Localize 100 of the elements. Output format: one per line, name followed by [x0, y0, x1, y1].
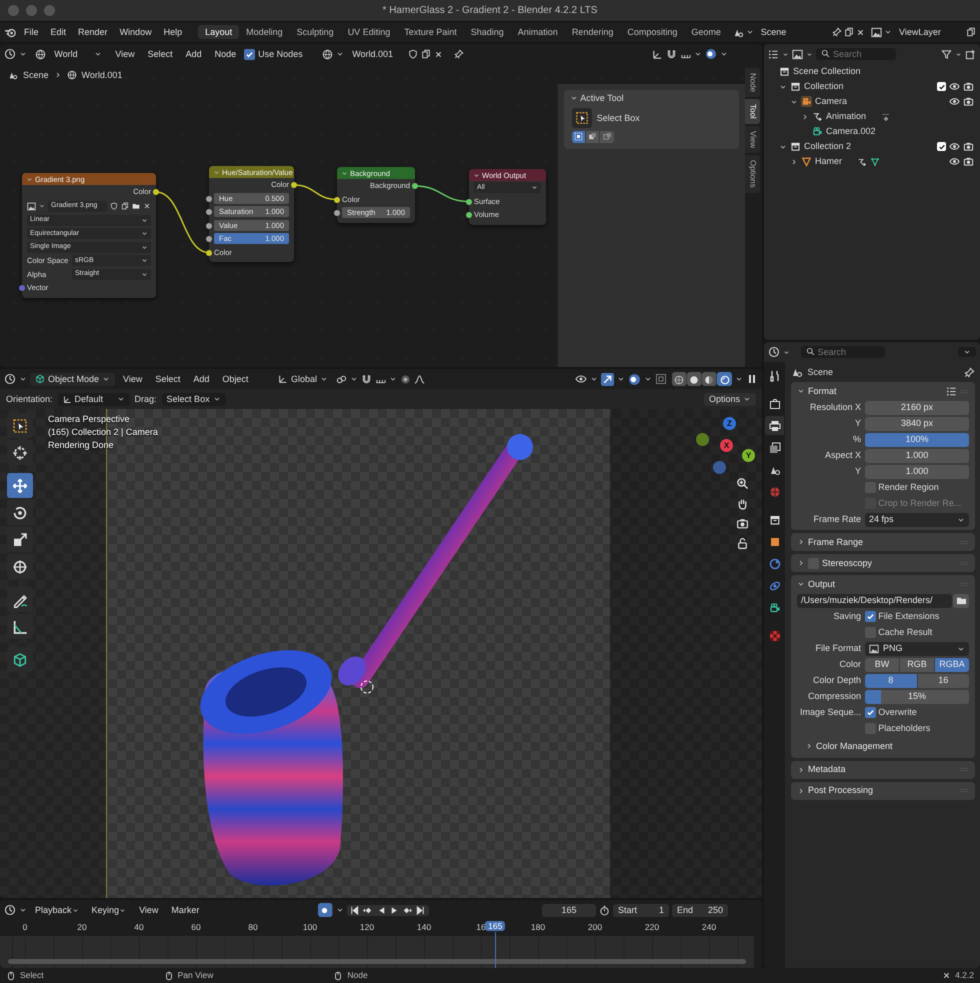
menu-dropdown[interactable]: Keying — [86, 904, 132, 917]
panel-title[interactable]: Frame Range — [808, 536, 864, 548]
property-label: Saving — [832, 611, 861, 622]
slider-field[interactable]: 15% — [865, 690, 969, 704]
workspace-tab[interactable]: Rendering — [564, 24, 620, 40]
workspace-tab[interactable]: Compositing — [620, 24, 684, 40]
sidebar-tab[interactable]: Options — [745, 155, 760, 193]
property-label: Y — [854, 466, 861, 477]
workspace-tab[interactable]: Modeling — [239, 24, 290, 40]
menu-item[interactable]: Help — [158, 26, 188, 38]
orientation-dropdown[interactable]: Default — [58, 392, 130, 406]
checkbox-label: Crop to Render Re... — [878, 498, 962, 509]
orientation-dropdown[interactable]: Global — [272, 372, 333, 386]
frame-end-field[interactable]: End 250 — [672, 904, 728, 917]
checkbox-label: Use Nodes — [258, 48, 303, 60]
frame-number: 100 — [302, 922, 318, 932]
file-path-field[interactable]: /Users/muziek/Desktop/Renders/ — [797, 594, 952, 608]
tree-item-label[interactable]: Animation — [826, 111, 866, 122]
menu-item[interactable]: View — [134, 904, 164, 917]
panel-title[interactable]: Output — [808, 578, 836, 590]
frame-number: 60 — [190, 922, 202, 932]
menu-item[interactable]: Marker — [166, 904, 204, 917]
frame-number: 180 — [530, 922, 546, 932]
dropdown[interactable]: PNG — [865, 642, 969, 656]
workspace-tab[interactable]: UV Editing — [340, 24, 398, 40]
field-label: Drag: — [134, 394, 157, 405]
tree-item-label[interactable]: Camera.002 — [826, 126, 876, 137]
menu-item[interactable]: Edit — [46, 26, 72, 38]
workspace-tab[interactable]: Sculpting — [290, 24, 341, 40]
property-label: Aspect X — [824, 450, 861, 461]
workspace-tab[interactable]: Texture Paint — [397, 24, 464, 40]
menu-item[interactable]: Select — [142, 48, 178, 60]
search-field[interactable]: Search — [816, 48, 896, 60]
property-label: Compression — [806, 691, 861, 702]
tree-item-label[interactable]: Camera — [815, 96, 848, 107]
property-label: Resolution X — [808, 402, 861, 413]
menu-item[interactable]: Add — [180, 48, 207, 60]
menu-item[interactable]: View — [118, 372, 148, 386]
menu-item[interactable]: Window — [114, 26, 157, 38]
toggle-button[interactable]: 16 — [918, 674, 969, 688]
toggle-button[interactable]: 8 — [865, 674, 918, 688]
tree-item-label[interactable]: Scene Collection — [793, 66, 861, 77]
menu-item[interactable]: Select — [150, 372, 186, 386]
number-field[interactable]: 3840 px — [865, 416, 969, 430]
workspace-tab[interactable]: Animation — [510, 24, 565, 40]
drag-dropdown[interactable]: Select Box — [162, 392, 226, 406]
menu-item[interactable]: Node — [210, 48, 242, 60]
workspace-tab[interactable]: Layout — [198, 24, 240, 40]
mode-dropdown[interactable]: Object Mode — [30, 372, 116, 386]
toggle-button[interactable]: BW — [865, 658, 900, 672]
status-hint: Node — [347, 970, 368, 981]
number-field[interactable]: 2160 px — [865, 400, 969, 414]
axis-handle[interactable]: Y — [742, 449, 755, 462]
options-dropdown[interactable]: Options — [704, 392, 756, 406]
property-label: % — [852, 434, 861, 445]
tree-item-label[interactable]: Collection — [804, 81, 844, 92]
menu-dropdown[interactable]: Playback — [30, 904, 84, 917]
number-field[interactable]: 1.000 — [865, 448, 969, 462]
frame-number: 80 — [247, 922, 259, 932]
viewport-info-text: Camera Perspective — [48, 413, 131, 426]
search-field[interactable]: Search — [800, 346, 884, 358]
breadcrumb-item[interactable]: World.001 — [82, 70, 122, 81]
panel-title[interactable]: Format — [808, 386, 837, 396]
panel-title[interactable]: Color Management — [816, 740, 893, 752]
toggle-button[interactable]: RGB — [900, 658, 935, 672]
menu-item[interactable]: View — [110, 48, 140, 60]
panel-title[interactable]: Metadata — [808, 764, 846, 775]
axis-handle[interactable]: Z — [723, 417, 736, 430]
menu-item[interactable]: Add — [188, 372, 214, 386]
tree-item-label[interactable]: Collection 2 — [804, 141, 852, 152]
frame-number: 140 — [416, 922, 432, 932]
slider-field[interactable]: 100% — [865, 432, 969, 446]
playhead[interactable]: 165 — [485, 921, 506, 932]
menu-item[interactable]: Render — [73, 26, 113, 38]
workspace-tab[interactable]: Shading — [464, 24, 511, 40]
frame-number: 220 — [644, 922, 660, 932]
frame-number: 120 — [358, 922, 376, 932]
sidebar-tab[interactable]: Tool — [745, 99, 760, 124]
menu-item[interactable]: Object — [217, 372, 254, 386]
breadcrumb-item[interactable]: Scene — [23, 70, 49, 81]
panel-title[interactable]: Stereoscopy — [822, 558, 872, 569]
frame-start-field[interactable]: Start 1 — [613, 904, 669, 917]
toggle-button[interactable]: RGBA — [935, 658, 969, 672]
frame-number: 240 — [700, 922, 718, 932]
sidebar-tab[interactable]: Node — [745, 68, 760, 98]
checkbox-label: Cache Result — [878, 627, 932, 638]
status-hint: Pan View — [178, 970, 214, 981]
tree-item-label[interactable]: Hamer — [815, 156, 842, 167]
number-field[interactable]: 1.000 — [865, 464, 969, 478]
frame-number: 0 — [22, 922, 28, 932]
workspace-tab[interactable]: Geome — [684, 24, 728, 40]
tool-name: Select Box — [596, 112, 640, 124]
sidebar-tab[interactable]: View — [745, 126, 760, 154]
dropdown[interactable]: 24 fps — [865, 512, 969, 526]
checkbox-label: Overwrite — [878, 707, 917, 718]
version-label: 4.2.2 — [955, 970, 974, 981]
current-frame-field[interactable]: 165 — [542, 904, 596, 917]
property-label: Frame Rate — [812, 514, 861, 525]
axis-handle[interactable]: X — [720, 439, 733, 452]
menu-item[interactable]: File — [19, 26, 44, 38]
